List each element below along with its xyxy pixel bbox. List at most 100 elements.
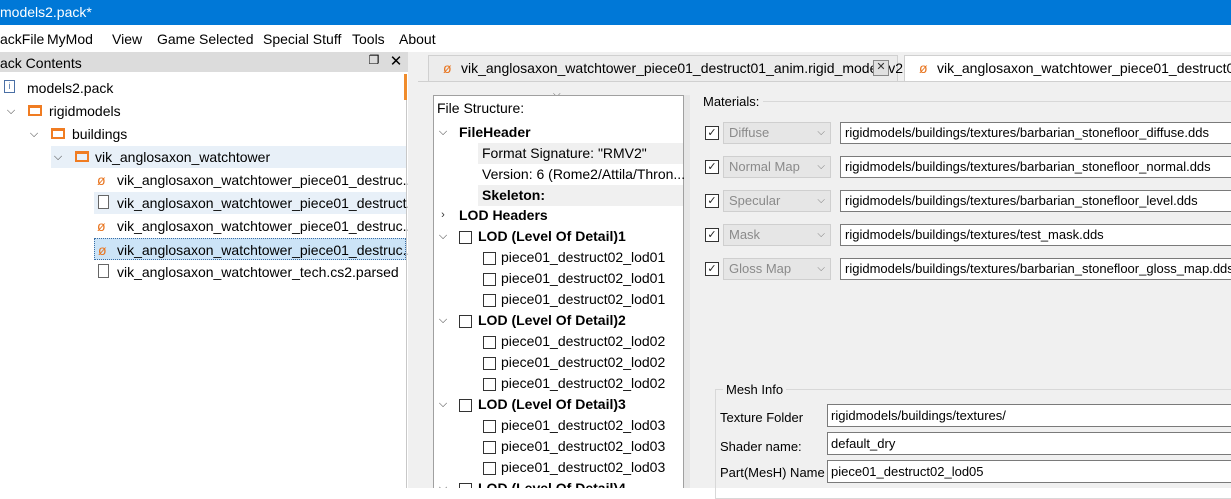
scroll-indicator: [404, 74, 407, 100]
mesh-checkbox[interactable]: [483, 336, 496, 349]
fs-row-lod3-mesh-3[interactable]: piece01_destruct02_lod03: [478, 457, 683, 478]
fs-row-lod-headers[interactable]: › LOD Headers: [437, 205, 683, 226]
mesh-checkbox[interactable]: [483, 462, 496, 475]
fs-row-lod3-mesh-1[interactable]: piece01_destruct02_lod03: [478, 415, 683, 436]
rigid-model-icon: ø: [98, 242, 107, 258]
tree-item-tech-file[interactable]: vik_anglosaxon_watchtower_tech.cs2.parse…: [94, 261, 406, 283]
menu-tools[interactable]: Tools: [352, 31, 385, 47]
chevron-right-icon[interactable]: ›: [437, 205, 449, 226]
texture-folder-label: Texture Folder: [720, 410, 804, 425]
gloss-map-type-select[interactable]: Gloss Map ⌵: [723, 258, 831, 280]
menu-about[interactable]: About: [399, 31, 436, 47]
file-icon: [98, 195, 109, 209]
chevron-down-icon[interactable]: ⌵: [437, 310, 449, 331]
tree-item-buildings[interactable]: ⌵ buildings: [0, 123, 400, 145]
menu-mymod[interactable]: MyMod: [47, 31, 93, 47]
menu-bar: ackFile MyMod View Game Selected Special…: [0, 25, 1231, 51]
fs-row-lod2-mesh-1[interactable]: piece01_destruct02_lod02: [478, 331, 683, 352]
chevron-down-icon: ⌵: [817, 263, 825, 274]
tree-item-rigid-model-selected[interactable]: ø vik_anglosaxon_watchtower_piece01_dest…: [94, 238, 414, 260]
fs-row-lod4[interactable]: ⌵ LOD (Level Of Detail)4: [437, 478, 683, 488]
fs-row-lod1-mesh-2[interactable]: piece01_destruct02_lod01: [478, 268, 683, 289]
lod1-checkbox[interactable]: [459, 231, 472, 244]
tree-item-rigid-model-3[interactable]: ø vik_anglosaxon_watchtower_piece01_dest…: [94, 215, 414, 237]
texture-folder-input[interactable]: rigidmodels/buildings/textures/: [827, 404, 1231, 427]
specular-checkbox[interactable]: ✓: [705, 194, 719, 208]
diffuse-path-input[interactable]: rigidmodels/buildings/textures/barbarian…: [840, 122, 1231, 144]
shader-name-input[interactable]: default_dry: [827, 432, 1231, 455]
fs-row-lod2-mesh-3[interactable]: piece01_destruct02_lod02: [478, 373, 683, 394]
gloss-map-path-input[interactable]: rigidmodels/buildings/textures/barbarian…: [840, 258, 1231, 280]
pack-file-icon: i: [4, 80, 15, 93]
mesh-checkbox[interactable]: [483, 357, 496, 370]
tree-item-watchtower-folder[interactable]: ⌵ vik_anglosaxon_watchtower: [51, 146, 406, 168]
part-name-input[interactable]: piece01_destruct02_lod05: [827, 460, 1231, 483]
folder-icon: [51, 128, 65, 139]
panel-divider[interactable]: [408, 52, 418, 488]
chevron-down-icon[interactable]: ⌵: [5, 100, 17, 122]
fs-row-fileheader[interactable]: ⌵ FileHeader: [437, 122, 683, 143]
mesh-checkbox[interactable]: [483, 252, 496, 265]
chevron-down-icon[interactable]: ⌵: [437, 226, 449, 247]
mask-path-input[interactable]: rigidmodels/buildings/textures/test_mask…: [840, 224, 1231, 246]
fs-row-skeleton[interactable]: Skeleton:: [478, 185, 683, 206]
normal-map-checkbox[interactable]: ✓: [705, 160, 719, 174]
diffuse-checkbox[interactable]: ✓: [705, 126, 719, 140]
chevron-down-icon[interactable]: ⌵: [437, 122, 449, 143]
chevron-down-icon[interactable]: ⌵: [52, 146, 64, 168]
pack-contents-header: ack Contents ❐ ✕: [0, 52, 408, 72]
mask-type-select[interactable]: Mask ⌵: [723, 224, 831, 246]
fs-row-lod1[interactable]: ⌵ LOD (Level Of Detail)1: [437, 226, 683, 247]
fs-row-lod1-mesh-1[interactable]: piece01_destruct02_lod01: [478, 247, 683, 268]
title-bar: models2.pack*: [0, 0, 1231, 25]
menu-view[interactable]: View: [112, 31, 142, 47]
mesh-checkbox[interactable]: [483, 378, 496, 391]
structure-splitter[interactable]: [684, 95, 690, 488]
materials-divider: [763, 101, 1231, 102]
fs-row-version[interactable]: Version: 6 (Rome2/Attila/Thron...: [478, 164, 685, 185]
lod2-checkbox[interactable]: [459, 315, 472, 328]
specular-path-input[interactable]: rigidmodels/buildings/textures/barbarian…: [840, 190, 1231, 212]
menu-game-selected[interactable]: Game Selected: [157, 31, 254, 47]
gloss-map-checkbox[interactable]: ✓: [705, 262, 719, 276]
tab-destruct02[interactable]: ø vik_anglosaxon_watchtower_piece01_dest…: [904, 55, 1231, 81]
pack-tree[interactable]: i models2.pack ⌵ rigidmodels ⌵ buildings…: [0, 74, 418, 488]
lod4-checkbox[interactable]: [459, 483, 472, 488]
mask-checkbox[interactable]: ✓: [705, 228, 719, 242]
normal-map-path-input[interactable]: rigidmodels/buildings/textures/barbarian…: [840, 156, 1231, 178]
tree-item-rigidmodels[interactable]: ⌵ rigidmodels: [0, 100, 400, 122]
mesh-info-title: Mesh Info: [723, 382, 787, 397]
chevron-down-icon[interactable]: ⌵: [437, 478, 449, 488]
menu-packfile[interactable]: ackFile: [0, 31, 44, 47]
fs-row-lod3-mesh-2[interactable]: piece01_destruct02_lod03: [478, 436, 683, 457]
tab-close-icon[interactable]: ✕: [873, 60, 889, 76]
lod3-checkbox[interactable]: [459, 399, 472, 412]
tree-item-models2-pack[interactable]: i models2.pack: [0, 77, 400, 99]
normal-map-type-select[interactable]: Normal Map ⌵: [723, 156, 831, 178]
editor-tab-bar: ø vik_anglosaxon_watchtower_piece01_dest…: [418, 52, 1231, 82]
close-panel-icon[interactable]: ✕: [388, 52, 404, 70]
window-title: models2.pack*: [0, 4, 92, 20]
chevron-down-icon[interactable]: ⌵: [28, 123, 40, 145]
menu-special-stuff[interactable]: Special Stuff: [263, 31, 341, 47]
specular-type-select[interactable]: Specular ⌵: [723, 190, 831, 212]
mesh-checkbox[interactable]: [483, 420, 496, 433]
mesh-checkbox[interactable]: [483, 441, 496, 454]
chevron-down-icon[interactable]: ⌵: [437, 394, 449, 415]
tree-item-rigid-model-1[interactable]: ø vik_anglosaxon_watchtower_piece01_dest…: [94, 169, 414, 191]
mesh-checkbox[interactable]: [483, 273, 496, 286]
fs-row-lod1-mesh-3[interactable]: piece01_destruct02_lod01: [478, 289, 683, 310]
fs-row-format-signature[interactable]: Format Signature: "RMV2": [478, 143, 683, 164]
tab-destruct01-anim[interactable]: ø vik_anglosaxon_watchtower_piece01_dest…: [428, 55, 903, 81]
chevron-down-icon: ⌵: [817, 229, 825, 240]
fs-row-lod3[interactable]: ⌵ LOD (Level Of Detail)3: [437, 394, 683, 415]
part-name-label: Part(MesH) Name: [720, 465, 825, 480]
fs-row-lod2[interactable]: ⌵ LOD (Level Of Detail)2: [437, 310, 683, 331]
mesh-checkbox[interactable]: [483, 294, 496, 307]
rigid-model-icon: ø: [97, 218, 106, 234]
fs-row-lod2-mesh-2[interactable]: piece01_destruct02_lod02: [478, 352, 683, 373]
float-panel-icon[interactable]: ❐: [366, 53, 382, 69]
file-structure-title: File Structure:: [437, 100, 525, 116]
tree-item-file-2[interactable]: vik_anglosaxon_watchtower_piece01_destru…: [94, 192, 418, 214]
diffuse-type-select[interactable]: Diffuse ⌵: [723, 122, 831, 144]
